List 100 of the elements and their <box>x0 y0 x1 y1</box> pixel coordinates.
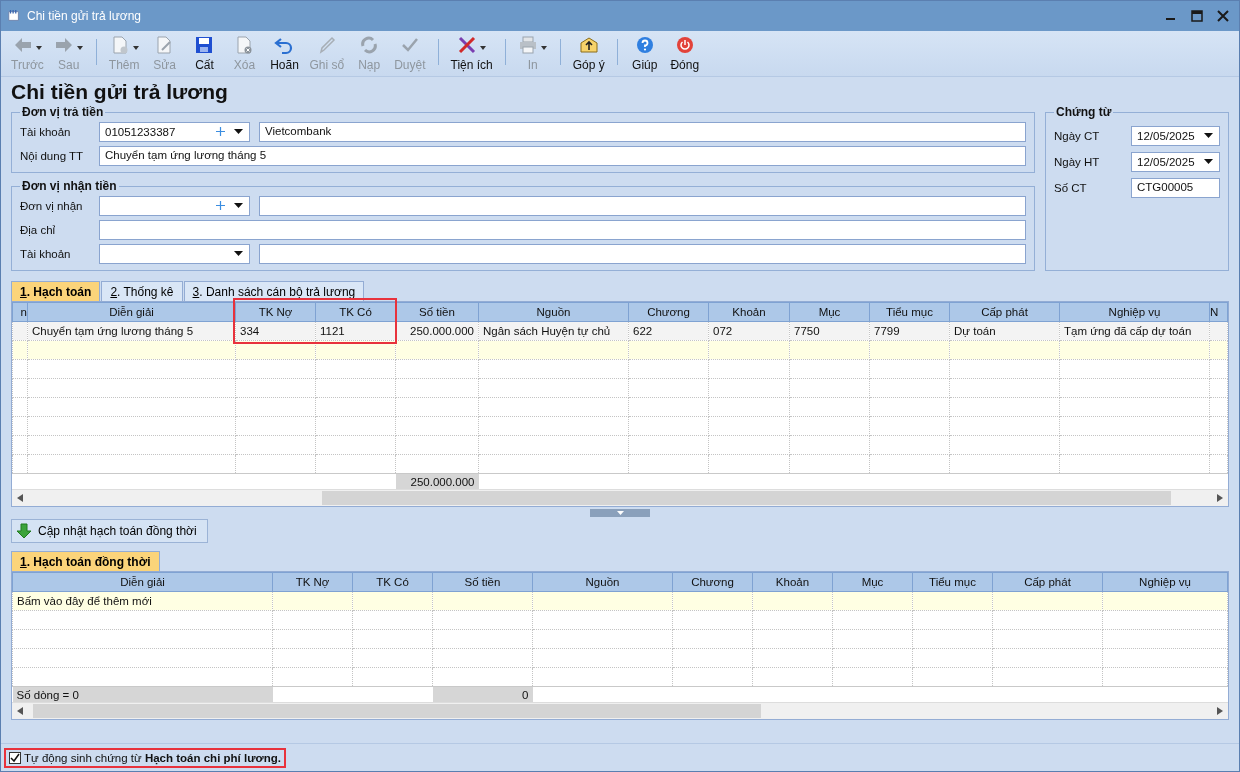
power-icon <box>674 35 695 55</box>
column-header[interactable]: Nguồn <box>478 302 629 322</box>
maximize-icon[interactable] <box>1191 10 1203 22</box>
window-title: Chi tiền gửi trả lương <box>27 9 141 23</box>
column-header[interactable]: Nghiệp vụ <box>1102 572 1228 592</box>
table-cell: Tạm ứng đã cấp dự toán <box>1064 325 1192 337</box>
scroll-left-icon[interactable] <box>17 494 23 502</box>
table-cell: 7750 <box>794 325 820 337</box>
group-title: Đơn vị trả tiền <box>21 105 105 119</box>
dropdown-arrow-icon[interactable] <box>234 251 243 256</box>
column-header[interactable]: TK Nợ <box>272 572 353 592</box>
column-header[interactable]: Tiểu mục <box>869 302 950 322</box>
forward-icon <box>54 35 75 55</box>
toolbar-button[interactable]: Cất <box>185 33 224 74</box>
tab[interactable]: 1. Hạch toán đồng thời <box>11 551 160 571</box>
app-icon <box>7 9 21 23</box>
field-label: Số CT <box>1054 181 1088 194</box>
scroll-right-icon[interactable] <box>1217 494 1223 502</box>
undo-icon <box>274 35 295 55</box>
dropdown-arrow-icon[interactable] <box>1204 159 1213 164</box>
plus-icon[interactable] <box>216 127 225 136</box>
column-header[interactable]: Diễn giải <box>27 302 236 322</box>
splitter-handle[interactable] <box>590 509 650 517</box>
scroll-left-icon[interactable] <box>17 707 23 715</box>
auto-generate-option[interactable]: Tự động sinh chứng từ Hạch toán chi phí lương. <box>4 747 286 768</box>
table-cell: Dự toán <box>954 325 996 337</box>
table-cell: 7799 <box>874 325 900 337</box>
down-arrow-icon <box>16 523 32 539</box>
feedback-icon <box>578 35 599 55</box>
column-header[interactable]: Khoản <box>708 302 790 322</box>
toolbar-button[interactable]: Đóng <box>665 33 704 74</box>
column-header[interactable]: n <box>12 302 28 322</box>
refresh-icon <box>359 35 380 55</box>
tab[interactable]: 1. Hạch toán <box>11 281 101 301</box>
dropdown-arrow-icon[interactable] <box>234 129 243 134</box>
input-field[interactable] <box>259 243 1026 264</box>
column-header[interactable]: Khoản <box>752 572 833 592</box>
column-header[interactable]: Chương <box>672 572 753 592</box>
column-header[interactable]: Cấp phát <box>949 302 1060 322</box>
caret-icon <box>132 46 139 50</box>
column-header[interactable]: TK Có <box>352 572 433 592</box>
toolbar-button[interactable]: Giúp <box>625 33 664 74</box>
column-header[interactable]: TK Nợ <box>235 302 316 322</box>
tab[interactable]: 3. Danh sách cán bộ trả lương <box>183 281 365 301</box>
column-header[interactable]: Số tiền <box>432 572 533 592</box>
update-button[interactable]: Cập nhật hạch toán đồng thời <box>11 519 208 543</box>
input-field[interactable]: CTG00005 <box>1131 177 1220 198</box>
table-cell: 334 <box>240 325 260 337</box>
field-label: Đơn vị nhận <box>20 199 84 212</box>
dropdown-arrow-icon[interactable] <box>234 203 243 208</box>
table-cell: 072 <box>713 325 733 337</box>
field-label: Địa chỉ <box>20 223 57 236</box>
page-title: Chi tiền gửi trả lương <box>11 79 229 105</box>
group-title: Chứng từ <box>1055 105 1113 119</box>
dropdown-arrow-icon[interactable] <box>1204 133 1213 138</box>
checkbox[interactable] <box>9 751 21 764</box>
field-label: Tài khoản <box>20 125 72 138</box>
plus-icon[interactable] <box>216 201 225 210</box>
input-field[interactable] <box>259 195 1026 216</box>
combo-box[interactable]: 01051233387 <box>99 121 250 142</box>
printer-icon <box>518 35 539 55</box>
field-label: Nội dung TT <box>20 149 85 162</box>
tab[interactable]: 2. Thống kê <box>101 281 183 301</box>
column-header[interactable]: Tiểu mục <box>912 572 993 592</box>
close-icon[interactable] <box>1217 10 1229 22</box>
date-picker[interactable]: 12/05/2025 <box>1131 125 1220 146</box>
save-icon <box>194 35 215 55</box>
table-cell: Ngân sách Huyện tự chủ <box>483 325 611 337</box>
horizontal-scrollbar[interactable] <box>12 702 1228 719</box>
total-cell: 250.000.000 <box>410 475 475 488</box>
caret-icon <box>77 46 84 50</box>
toolbar-button[interactable]: Tiện ích <box>446 33 497 74</box>
column-header[interactable]: TK Có <box>315 302 396 322</box>
input-field[interactable]: Vietcombank <box>259 121 1026 142</box>
column-header[interactable]: Chương <box>628 302 709 322</box>
table-cell: 250.000.000 <box>410 325 474 337</box>
column-header[interactable]: Số tiền <box>395 302 479 322</box>
help-icon <box>634 35 655 55</box>
table-cell: 1121 <box>320 325 345 337</box>
toolbar-button[interactable]: Hoãn <box>265 33 304 74</box>
column-header[interactable]: Mục <box>789 302 870 322</box>
column-header[interactable]: Mục <box>832 572 913 592</box>
summary-cell: Số dòng = 0 <box>16 688 79 701</box>
input-field[interactable] <box>99 219 1026 240</box>
toolbar-button[interactable]: Góp ý <box>568 33 609 74</box>
column-header[interactable]: Nghiệp vụ <box>1059 302 1210 322</box>
input-field[interactable]: Chuyển tạm ứng lương tháng 5 <box>99 145 1026 166</box>
caret-icon <box>541 46 548 50</box>
field-label: Ngày CT <box>1054 129 1101 142</box>
horizontal-scrollbar[interactable] <box>12 489 1228 506</box>
date-picker[interactable]: 12/05/2025 <box>1131 151 1220 172</box>
column-header[interactable]: Diễn giải <box>12 572 273 592</box>
tools-icon <box>457 35 478 55</box>
column-header[interactable]: Nguồn <box>532 572 673 592</box>
field-label: Ngày HT <box>1054 155 1101 168</box>
scroll-right-icon[interactable] <box>1217 707 1223 715</box>
table-cell: Chuyển tạm ứng lương tháng 5 <box>32 325 194 337</box>
caret-icon <box>35 46 42 50</box>
table-cell: 622 <box>633 325 653 337</box>
column-header[interactable]: Cấp phát <box>992 572 1103 592</box>
